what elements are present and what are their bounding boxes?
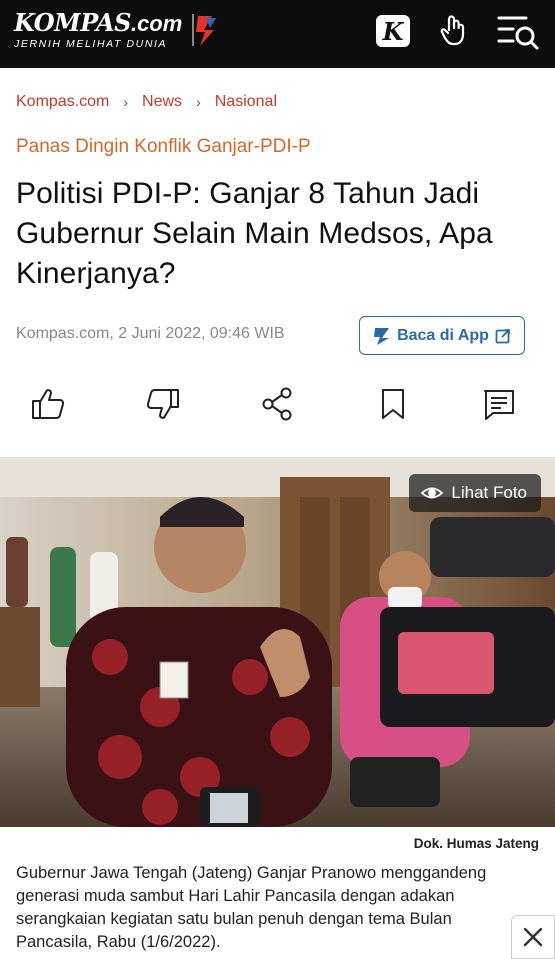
photo-caption: Gubernur Jawa Tengah (Jateng) Ganjar Pra… [16,864,487,951]
external-link-icon [495,328,510,343]
breadcrumb: Kompas.com › News › Nasional [16,92,277,112]
article-kicker[interactable]: Panas Dingin Konflik Ganjar-PDI-P [16,136,311,158]
article-photo-image [0,457,555,827]
breadcrumb-item-kompas[interactable]: Kompas.com [16,93,109,111]
breadcrumb-item-news[interactable]: News [142,93,182,111]
like-button[interactable] [28,384,68,424]
read-in-app-label: Baca di App [397,326,489,344]
comment-button[interactable] [479,384,519,424]
bookmark-button[interactable] [373,384,413,424]
read-in-app-button[interactable]: Baca di App [359,316,525,355]
comment-icon [484,390,514,420]
top-navbar: KOMPAS.com JERNIH MELIHAT DUNIA K [0,0,555,68]
dislike-icon [146,389,179,419]
dislike-button[interactable] [143,384,183,424]
logo-tagline: JERNIH MELIHAT DUNIA [14,38,168,50]
article-action-bar [0,384,555,428]
close-button[interactable] [511,915,555,959]
close-icon [523,927,543,947]
share-button[interactable] [257,384,297,424]
logo-mark-icon [192,14,216,46]
view-photo-button[interactable]: Lihat Foto [409,474,541,512]
photo-credit: Dok. Humas Jateng [413,836,539,851]
hand-icon[interactable] [440,14,468,48]
breadcrumb-item-nasional[interactable]: Nasional [215,93,277,111]
article-meta: Kompas.com, 2 Juni 2022, 09:46 WIB [16,325,285,342]
logo-text: KOMPAS [14,8,131,37]
kompas-k-icon[interactable]: K [376,15,410,47]
breadcrumb-separator: › [123,94,129,110]
kompas-logo[interactable]: KOMPAS.com JERNIH MELIHAT DUNIA [14,8,183,51]
logo-suffix: .com [130,11,183,36]
article-title: Politisi PDI-P: Ganjar 8 Tahun Jadi Gube… [16,177,493,290]
view-photo-label: Lihat Foto [451,483,527,502]
article-photo[interactable]: Lihat Foto [0,457,555,827]
bookmark-icon [382,389,404,419]
share-icon [262,387,292,421]
eye-icon [421,487,444,499]
like-icon [32,389,65,419]
app-logo-icon [374,327,390,345]
breadcrumb-separator: › [196,94,201,110]
menu-search-icon[interactable] [496,14,540,50]
